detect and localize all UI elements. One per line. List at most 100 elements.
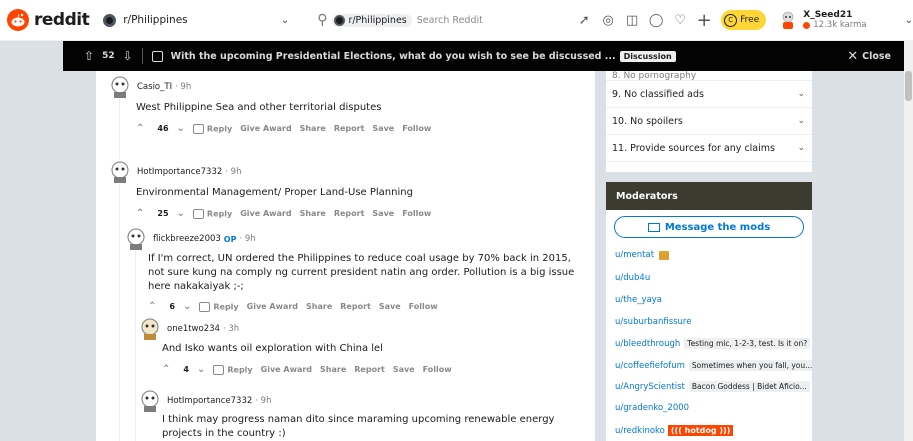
comment: HotImportance7332 · 9h I think may progr… — [138, 389, 588, 441]
upvote-icon[interactable]: ⌃ — [136, 208, 144, 219]
give-award-button[interactable]: Give Award — [261, 365, 312, 374]
comment-time[interactable]: · 9h — [175, 82, 191, 92]
post-flair[interactable]: Discussion — [619, 50, 676, 62]
comment-body: I think may progress naman dito since ma… — [162, 414, 555, 439]
share-button[interactable]: Share — [300, 209, 326, 218]
follow-button[interactable]: Follow — [423, 365, 452, 374]
moderator-item: u/gradenko_2000 — [615, 403, 689, 413]
search-bar[interactable]: ⚲ r/Philippines Search Reddit — [313, 8, 533, 32]
downvote-icon[interactable]: ⌄ — [183, 301, 191, 312]
comment-author[interactable]: HotImportance7332 — [167, 396, 252, 406]
notification-bell-icon[interactable]: ♡ — [673, 13, 687, 28]
moderator-link[interactable]: u/suburbanfissure — [615, 317, 691, 327]
avatar[interactable] — [124, 227, 148, 251]
downvote-icon[interactable]: ⌄ — [177, 123, 185, 134]
rule-item[interactable]: 8. No pornography — [606, 71, 812, 81]
mail-icon — [647, 222, 660, 232]
reddit-alien-icon — [7, 9, 29, 31]
reddit-logo[interactable]: reddit — [7, 9, 90, 31]
comment-time[interactable]: · 9h — [239, 234, 255, 244]
moderator-item: u/AngryScientist Bacon Goddess | Bidet Af… — [615, 381, 810, 392]
give-award-button[interactable]: Give Award — [247, 302, 298, 311]
avatar[interactable] — [138, 389, 162, 413]
message-icon[interactable]: ◯ — [649, 13, 664, 28]
follow-button[interactable]: Follow — [402, 209, 431, 218]
community-icon — [103, 13, 117, 27]
upvote-icon[interactable]: ⌃ — [148, 301, 156, 312]
moderator-link[interactable]: u/redkinoko — [615, 426, 665, 436]
report-button[interactable]: Report — [334, 209, 365, 218]
post-title[interactable]: With the upcoming Presidential Elections… — [171, 51, 616, 62]
create-post-icon[interactable]: + — [697, 10, 712, 31]
comment-author[interactable]: flickbreeze2003 — [153, 234, 221, 244]
comment-actions: ⌃ 6 ⌄ Reply Give Award Share Report Save… — [148, 301, 589, 312]
comment-author[interactable]: HotImportance7332 — [137, 167, 222, 177]
report-button[interactable]: Report — [340, 302, 371, 311]
downvote-icon[interactable]: ⌄ — [197, 364, 205, 375]
search-input[interactable]: Search Reddit — [417, 15, 483, 26]
reply-button[interactable]: Reply — [213, 364, 253, 375]
close-button[interactable]: ✕ Close — [847, 49, 891, 64]
free-coins-button[interactable]: C Free — [721, 10, 767, 30]
reply-button[interactable]: Reply — [192, 208, 232, 219]
share-button[interactable]: Share — [300, 124, 326, 133]
rule-item[interactable]: 10. No spoilers ⌄ — [606, 108, 812, 135]
user-menu[interactable]: X_Seed21 12.3k karma ⌄ — [778, 10, 913, 30]
rule-item[interactable]: 9. No classified ads ⌄ — [606, 81, 812, 108]
chevron-down-icon: ⌄ — [797, 116, 805, 126]
chat-icon[interactable]: ◫ — [625, 13, 639, 28]
comment-author[interactable]: one1two234 — [167, 324, 220, 334]
comment-author[interactable]: Casio_TI — [137, 82, 172, 92]
save-button[interactable]: Save — [372, 124, 394, 133]
comment-score: 25 — [157, 209, 169, 218]
save-button[interactable]: Save — [372, 209, 394, 218]
moderator-item: u/suburbanfissure — [615, 317, 691, 327]
rules-widget: 8. No pornography 9. No classified ads ⌄ … — [606, 71, 812, 172]
text-post-icon — [151, 50, 163, 62]
share-button[interactable]: Share — [320, 365, 346, 374]
give-award-button[interactable]: Give Award — [240, 209, 291, 218]
save-button[interactable]: Save — [379, 302, 401, 311]
moderator-link[interactable]: u/bleedthrough — [615, 339, 680, 349]
avatar[interactable] — [138, 317, 162, 341]
reply-button[interactable]: Reply — [199, 301, 239, 312]
upvote-icon[interactable]: ⌃ — [136, 123, 144, 134]
moderator-link[interactable]: u/dub4u — [615, 273, 650, 283]
search-community-pill[interactable]: r/Philippines — [332, 13, 412, 27]
avatar[interactable] — [108, 75, 132, 99]
popular-icon[interactable]: ➚ — [577, 13, 591, 28]
coins-icon[interactable]: ◎ — [601, 13, 615, 28]
avatar[interactable] — [108, 160, 132, 184]
chevron-down-icon: ⌄ — [904, 14, 913, 26]
report-button[interactable]: Report — [334, 124, 365, 133]
downvote-icon[interactable]: ⇩ — [123, 49, 133, 63]
follow-button[interactable]: Follow — [402, 124, 431, 133]
comment-score: 46 — [157, 124, 169, 133]
reply-icon — [213, 364, 225, 375]
give-award-button[interactable]: Give Award — [240, 124, 291, 133]
chevron-down-icon: ⌄ — [797, 89, 805, 99]
share-button[interactable]: Share — [306, 302, 332, 311]
moderator-link[interactable]: u/mentat — [615, 250, 654, 260]
rule-item[interactable]: 11. Provide sources for any claims ⌄ — [606, 135, 812, 162]
upvote-icon[interactable]: ⇧ — [84, 49, 94, 63]
scrollbar[interactable] — [904, 41, 913, 441]
comment-time[interactable]: · 9h — [225, 167, 241, 177]
comment-body: And Isko wants oil exploration with Chin… — [162, 343, 383, 354]
report-button[interactable]: Report — [354, 365, 385, 374]
comment-time[interactable]: · 3h — [223, 324, 239, 334]
reply-icon — [199, 301, 211, 312]
comment-time[interactable]: · 9h — [255, 396, 271, 406]
scrollbar-thumb[interactable] — [905, 71, 912, 101]
downvote-icon[interactable]: ⌄ — [177, 208, 185, 219]
moderator-link[interactable]: u/the_yaya — [615, 295, 662, 305]
community-selector[interactable]: r/Philippines ⌄ — [103, 13, 289, 27]
save-button[interactable]: Save — [393, 365, 415, 374]
follow-button[interactable]: Follow — [409, 302, 438, 311]
message-mods-button[interactable]: Message the mods — [614, 216, 804, 238]
moderator-link[interactable]: u/coffeefiefofum — [615, 361, 685, 371]
moderator-link[interactable]: u/AngryScientist — [615, 382, 685, 392]
moderator-link[interactable]: u/gradenko_2000 — [615, 403, 689, 413]
reply-button[interactable]: Reply — [192, 123, 232, 134]
upvote-icon[interactable]: ⌃ — [162, 364, 170, 375]
